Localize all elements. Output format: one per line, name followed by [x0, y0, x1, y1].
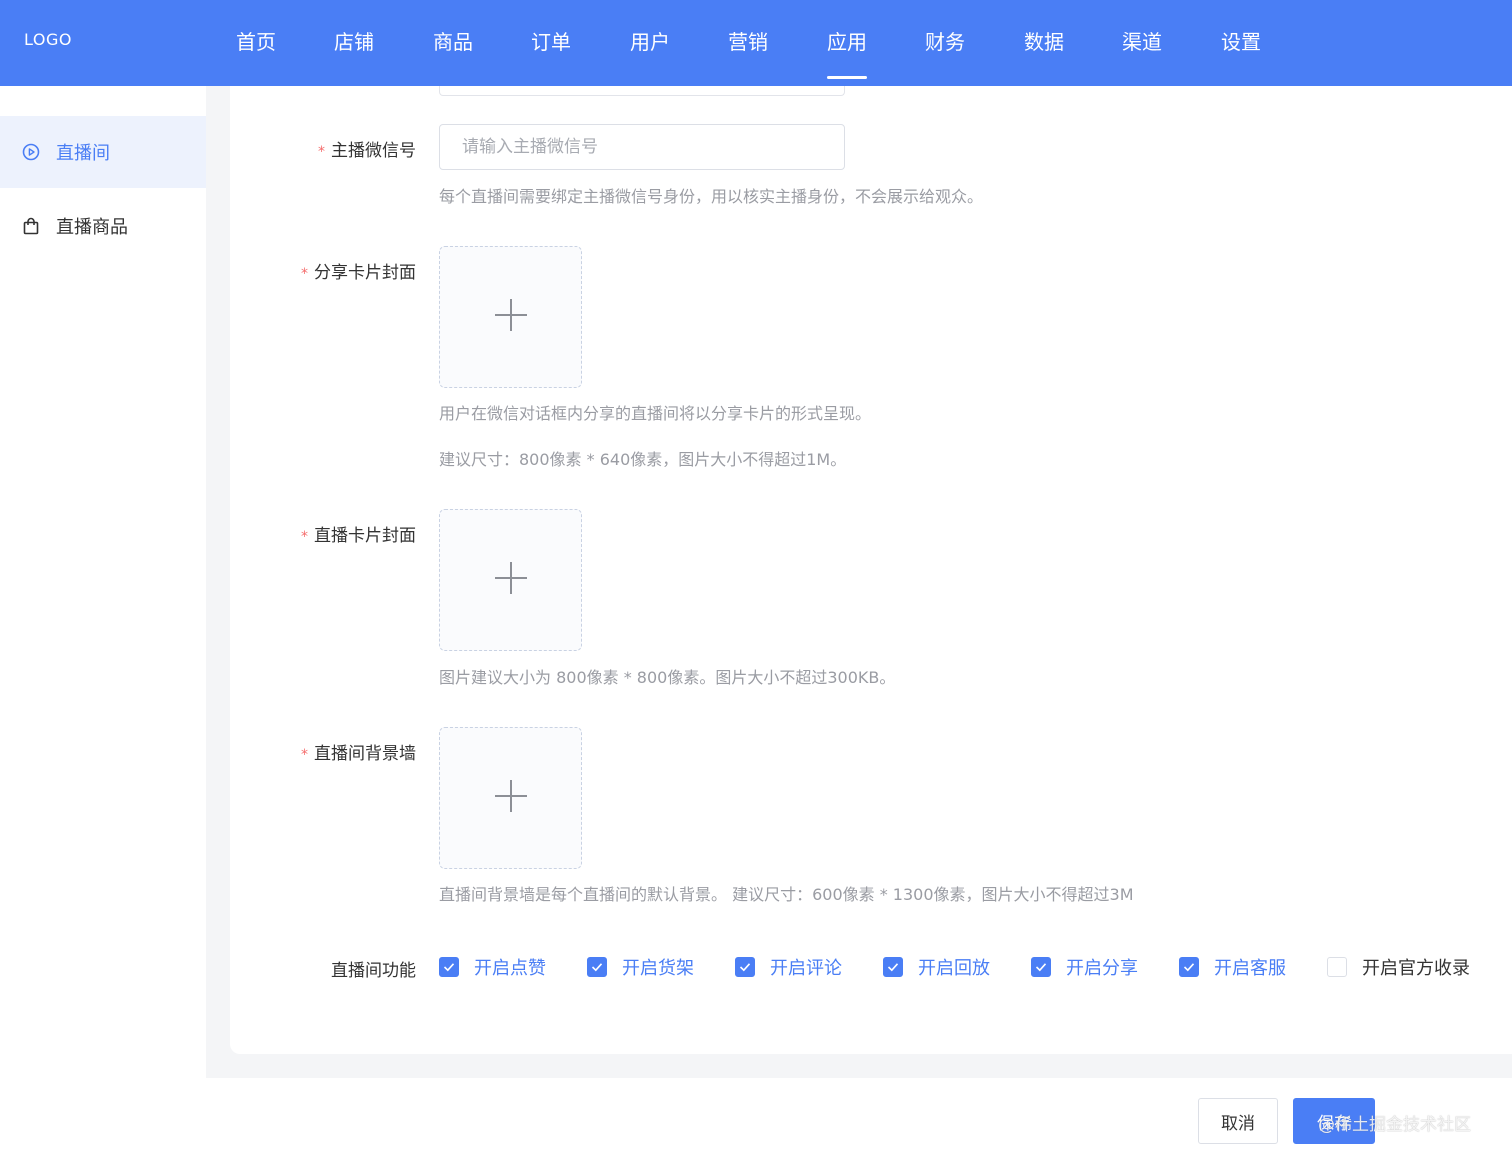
- checkbox-customer-service[interactable]: 开启客服: [1179, 954, 1286, 980]
- live-cover-help: 图片建议大小为 800像素 * 800像素。图片大小不超过300KB。: [439, 668, 896, 687]
- live-cover-label: * 直播卡片封面: [301, 526, 416, 546]
- check-icon: [887, 963, 899, 972]
- checkbox-label: 开启货架: [622, 958, 694, 979]
- checkbox-box: [439, 957, 459, 977]
- nav-item-home[interactable]: 首页: [236, 26, 276, 55]
- active-nav-indicator: [827, 76, 867, 79]
- form-card: [230, 86, 1512, 1054]
- top-navbar: LOGO 首页 店铺 商品 订单 用户 营销 应用 财务 数据 渠道 设置: [0, 0, 1512, 86]
- share-cover-upload[interactable]: [439, 246, 582, 388]
- checkbox-label: 开启回放: [918, 958, 990, 979]
- nav-item-channels[interactable]: 渠道: [1122, 26, 1162, 55]
- check-icon: [591, 963, 603, 972]
- wechat-label: * 主播微信号: [318, 141, 416, 161]
- nav-item-products[interactable]: 商品: [433, 26, 473, 55]
- nav-item-data[interactable]: 数据: [1024, 26, 1064, 55]
- checkbox-label: 开启客服: [1214, 958, 1286, 979]
- checkbox-label: 开启官方收录: [1362, 958, 1470, 979]
- nav-item-finance[interactable]: 财务: [925, 26, 965, 55]
- sidebar-item-label: 直播间: [56, 143, 110, 164]
- previous-field-edge: [439, 86, 845, 96]
- check-icon: [1183, 963, 1195, 972]
- wechat-help: 每个直播间需要绑定主播微信号身份，用以核实主播身份，不会展示给观众。: [439, 187, 984, 206]
- checkbox-comments[interactable]: 开启评论: [735, 954, 842, 980]
- logo[interactable]: LOGO: [24, 30, 72, 49]
- wechat-input[interactable]: [439, 124, 845, 170]
- checkbox-label: 开启评论: [770, 958, 842, 979]
- plus-icon: [493, 778, 529, 818]
- checkbox-box: [587, 957, 607, 977]
- plus-icon: [493, 297, 529, 337]
- checkbox-label: 开启分享: [1066, 958, 1138, 979]
- required-mark: *: [301, 747, 308, 763]
- nav-item-apps-label: 应用: [827, 30, 867, 54]
- features-label: 直播间功能: [331, 961, 416, 981]
- checkbox-box: [1031, 957, 1051, 977]
- checkbox-label: 开启点赞: [474, 958, 546, 979]
- play-circle-icon: [22, 143, 40, 161]
- checkbox-box: [883, 957, 903, 977]
- plus-icon: [493, 560, 529, 600]
- sidebar-item-live-room[interactable]: 直播间: [0, 116, 206, 188]
- required-mark: *: [301, 266, 308, 282]
- sidebar: 直播间 直播商品: [0, 86, 206, 1162]
- shopping-bag-icon: [22, 217, 40, 235]
- checkbox-like[interactable]: 开启点赞: [439, 954, 546, 980]
- checkbox-share[interactable]: 开启分享: [1031, 954, 1138, 980]
- checkbox-replay[interactable]: 开启回放: [883, 954, 990, 980]
- live-cover-upload[interactable]: [439, 509, 582, 651]
- required-mark: *: [301, 529, 308, 545]
- background-label: * 直播间背景墙: [301, 744, 416, 764]
- nav-item-settings[interactable]: 设置: [1221, 26, 1261, 55]
- nav-item-store[interactable]: 店铺: [334, 26, 374, 55]
- check-icon: [443, 963, 455, 972]
- checkbox-box: [1327, 957, 1347, 977]
- nav-item-marketing[interactable]: 营销: [728, 26, 768, 55]
- checkbox-box: [1179, 957, 1199, 977]
- nav-item-orders[interactable]: 订单: [531, 26, 571, 55]
- nav-item-apps[interactable]: 应用: [827, 26, 867, 79]
- background-upload[interactable]: [439, 727, 582, 869]
- watermark: @稀土掘金技术社区: [1318, 1115, 1471, 1135]
- checkbox-shelf[interactable]: 开启货架: [587, 954, 694, 980]
- share-cover-help-2: 建议尺寸：800像素 * 640像素，图片大小不得超过1M。: [439, 450, 847, 469]
- sidebar-item-live-products[interactable]: 直播商品: [0, 190, 206, 262]
- checkbox-official-listing[interactable]: 开启官方收录: [1327, 954, 1470, 980]
- background-help: 直播间背景墙是每个直播间的默认背景。 建议尺寸：600像素 * 1300像素，图…: [439, 885, 1134, 904]
- required-mark: *: [318, 144, 325, 160]
- check-icon: [1035, 963, 1047, 972]
- checkbox-box: [735, 957, 755, 977]
- share-cover-help-1: 用户在微信对话框内分享的直播间将以分享卡片的形式呈现。: [439, 404, 872, 423]
- share-cover-label: * 分享卡片封面: [301, 263, 416, 283]
- check-icon: [739, 963, 751, 972]
- nav-item-users[interactable]: 用户: [630, 26, 670, 55]
- cancel-button[interactable]: 取消: [1198, 1098, 1278, 1144]
- sidebar-item-label: 直播商品: [56, 217, 128, 238]
